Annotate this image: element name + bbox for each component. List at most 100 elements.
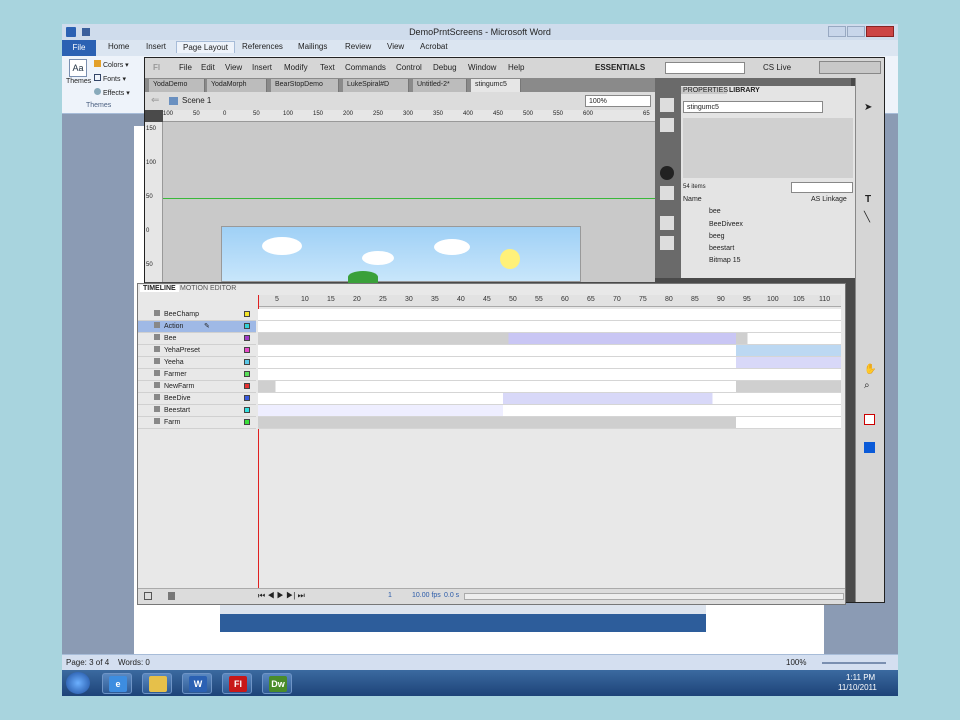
layer-row[interactable]: Beestart xyxy=(138,405,256,417)
menu-edit[interactable]: Edit xyxy=(201,63,215,72)
tab-page-layout[interactable]: Page Layout xyxy=(176,41,235,53)
stage[interactable] xyxy=(163,122,655,283)
word-taskbar-button[interactable]: W xyxy=(182,673,212,694)
tab-review[interactable]: Review xyxy=(345,42,371,51)
text-tool-icon[interactable]: T xyxy=(865,194,871,205)
doc-tab[interactable]: BearStopDemo xyxy=(271,79,339,92)
pencil-icon[interactable]: ✎ xyxy=(204,321,210,332)
doc-tab[interactable]: YodaDemo xyxy=(149,79,205,92)
panel-icon[interactable] xyxy=(660,118,674,132)
menu-control[interactable]: Control xyxy=(396,63,422,72)
column-linkage[interactable]: AS Linkage xyxy=(811,196,847,203)
layer-color-swatch[interactable] xyxy=(244,323,250,329)
playback-controls[interactable]: ⏮ ◀ ▶ ▶| ⏭ xyxy=(258,591,305,601)
save-icon[interactable] xyxy=(82,28,90,36)
timeline-hscrollbar[interactable] xyxy=(464,593,844,600)
zoom-tool-icon[interactable]: ⌕ xyxy=(864,380,870,391)
layer-color-swatch[interactable] xyxy=(244,311,250,317)
layer-row[interactable]: YehaPreset xyxy=(138,345,256,357)
panel-icon[interactable] xyxy=(660,186,674,200)
layer-row[interactable]: BeeChamp xyxy=(138,309,256,321)
zoom-select[interactable]: 100% xyxy=(585,95,651,107)
clock-time[interactable]: 1:11 PM xyxy=(846,673,875,682)
library-item[interactable]: bee xyxy=(709,208,721,215)
cs-live-button[interactable]: CS Live xyxy=(763,63,791,72)
layer-color-swatch[interactable] xyxy=(244,419,250,425)
panel-icon[interactable] xyxy=(660,236,674,250)
tab-motion-editor[interactable]: MOTION EDITOR xyxy=(180,285,236,292)
back-arrow-icon[interactable]: ⇐ xyxy=(151,95,159,106)
doc-tab[interactable]: LukeSpiral#D xyxy=(343,79,409,92)
maximize-button[interactable] xyxy=(847,26,865,37)
stage-canvas[interactable] xyxy=(221,226,581,283)
fonts-button[interactable]: Fonts ▾ xyxy=(94,74,126,83)
layer-row-selected[interactable]: Action ✎ xyxy=(138,321,256,333)
stroke-color-swatch[interactable] xyxy=(864,414,875,425)
workspace-switcher[interactable]: ESSENTIALS xyxy=(595,63,645,72)
frame-span[interactable] xyxy=(258,381,841,393)
layer-color-swatch[interactable] xyxy=(244,347,250,353)
doc-tab[interactable]: Untitled-2* xyxy=(413,79,467,92)
word-count[interactable]: Words: 0 xyxy=(118,658,150,667)
layer-row[interactable]: NewFarm xyxy=(138,381,256,393)
dreamweaver-taskbar-button[interactable]: Dw xyxy=(262,673,292,694)
column-name[interactable]: Name xyxy=(683,196,702,203)
new-layer-icon[interactable] xyxy=(144,592,152,600)
selection-tool-icon[interactable]: ➤ xyxy=(864,102,872,113)
tab-view[interactable]: View xyxy=(387,42,404,51)
menu-help[interactable]: Help xyxy=(508,63,524,72)
frame-span[interactable] xyxy=(258,357,841,369)
panel-icon[interactable] xyxy=(660,98,674,112)
layer-color-swatch[interactable] xyxy=(244,383,250,389)
help-search-input[interactable] xyxy=(665,62,745,74)
layer-row[interactable]: BeeDive xyxy=(138,393,256,405)
tab-mailings[interactable]: Mailings xyxy=(298,42,327,51)
minimize-button[interactable] xyxy=(828,26,846,37)
menu-text[interactable]: Text xyxy=(320,63,335,72)
menu-view[interactable]: View xyxy=(225,63,242,72)
delete-layer-icon[interactable] xyxy=(168,592,175,600)
menu-insert[interactable]: Insert xyxy=(252,63,272,72)
tab-timeline[interactable]: TIMELINE xyxy=(140,285,179,292)
library-item[interactable]: Bitmap 15 xyxy=(709,257,741,264)
page-count[interactable]: Page: 3 of 4 xyxy=(66,658,109,667)
panel-icon[interactable] xyxy=(660,216,674,230)
tab-properties[interactable]: PROPERTIES xyxy=(681,87,728,94)
ie-taskbar-button[interactable]: e xyxy=(102,673,132,694)
effects-button[interactable]: Effects ▾ xyxy=(94,88,130,97)
themes-button[interactable]: Aa Themes xyxy=(66,58,91,98)
library-document-select[interactable]: stingumc5 xyxy=(683,101,823,113)
frame-span[interactable] xyxy=(258,369,841,381)
zoom-level[interactable]: 100% xyxy=(786,658,806,667)
menu-modify[interactable]: Modify xyxy=(284,63,308,72)
tab-insert[interactable]: Insert xyxy=(146,42,166,51)
colors-button[interactable]: Colors ▾ xyxy=(94,60,129,69)
frame-span[interactable] xyxy=(258,333,841,345)
start-button[interactable] xyxy=(66,672,90,694)
layer-row[interactable]: Farm xyxy=(138,417,256,429)
menu-file[interactable]: File xyxy=(179,63,192,72)
layer-row[interactable]: Yeeha xyxy=(138,357,256,369)
frame-span[interactable] xyxy=(258,345,841,357)
frame-span[interactable] xyxy=(258,321,841,333)
flash-window-controls[interactable] xyxy=(819,61,881,74)
menu-window[interactable]: Window xyxy=(468,63,496,72)
frame-span[interactable] xyxy=(258,417,841,429)
layer-color-swatch[interactable] xyxy=(244,335,250,341)
doc-tab-active[interactable]: stingumc5 xyxy=(471,79,521,92)
tab-library[interactable]: LIBRARY xyxy=(727,87,763,94)
file-tab[interactable]: File xyxy=(62,40,96,56)
explorer-taskbar-button[interactable] xyxy=(142,673,172,694)
layer-row[interactable]: Farmer xyxy=(138,369,256,381)
zoom-slider[interactable] xyxy=(822,662,886,664)
library-item[interactable]: beestart xyxy=(709,245,734,252)
flash-taskbar-button[interactable]: Fl xyxy=(222,673,252,694)
library-item[interactable]: BeeDiveex xyxy=(709,221,743,228)
fill-color-swatch[interactable] xyxy=(864,442,875,453)
frame-span[interactable] xyxy=(258,309,841,321)
menu-debug[interactable]: Debug xyxy=(433,63,457,72)
layer-color-swatch[interactable] xyxy=(244,407,250,413)
menu-commands[interactable]: Commands xyxy=(345,63,386,72)
tab-references[interactable]: References xyxy=(242,42,283,51)
tab-acrobat[interactable]: Acrobat xyxy=(420,42,448,51)
